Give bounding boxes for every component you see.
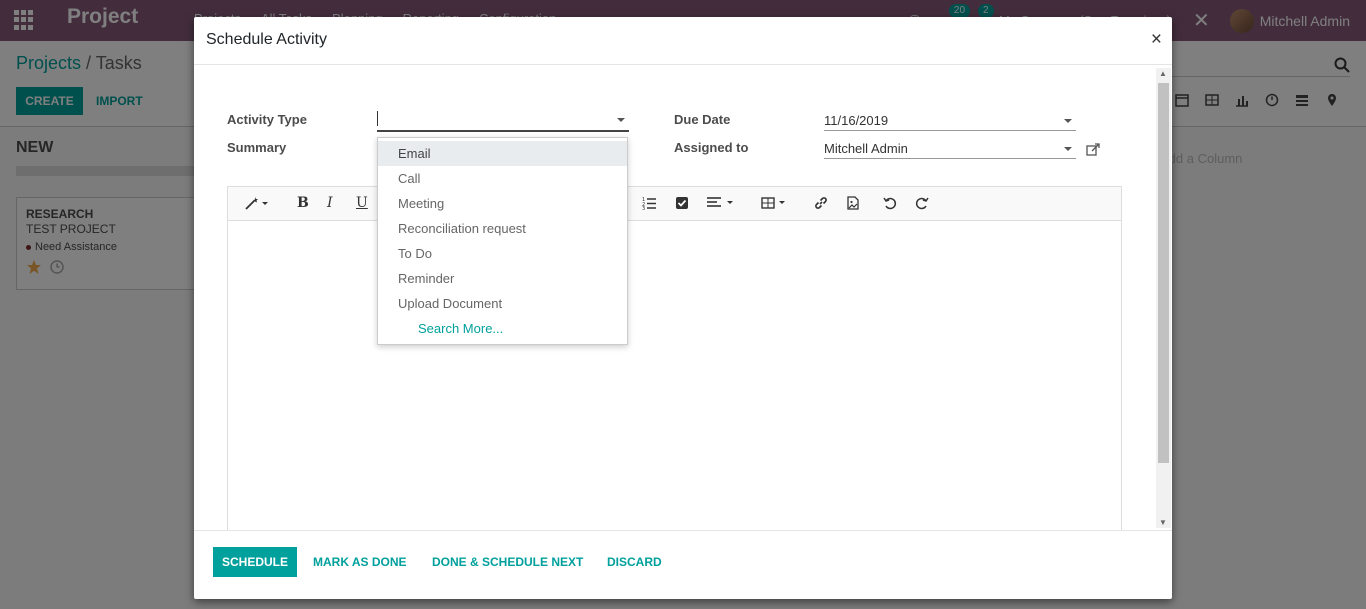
svg-text:3: 3 xyxy=(642,206,645,210)
due-date-input[interactable]: 11/16/2019 xyxy=(824,111,1076,131)
due-date-value: 11/16/2019 xyxy=(824,113,889,128)
chevron-down-icon[interactable] xyxy=(617,118,625,122)
option-reminder[interactable]: Reminder xyxy=(378,266,627,291)
option-reconciliation-request[interactable]: Reconciliation request xyxy=(378,216,627,241)
ordered-list-icon[interactable]: 123 xyxy=(642,196,656,210)
align-icon[interactable] xyxy=(707,196,735,210)
due-date-label: Due Date xyxy=(674,112,731,127)
scroll-thumb[interactable] xyxy=(1158,83,1169,463)
italic-button[interactable]: I xyxy=(327,195,333,211)
modal-footer: SCHEDULE MARK AS DONE DONE & SCHEDULE NE… xyxy=(194,530,1172,599)
activity-type-input[interactable] xyxy=(377,110,629,132)
external-link-icon[interactable] xyxy=(1086,143,1100,157)
link-icon[interactable] xyxy=(814,196,828,210)
table-icon[interactable] xyxy=(761,196,789,210)
option-meeting[interactable]: Meeting xyxy=(378,191,627,216)
activity-type-label: Activity Type xyxy=(227,112,307,127)
search-more-link[interactable]: Search More... xyxy=(378,316,627,341)
assigned-to-value: Mitchell Admin xyxy=(824,141,908,156)
chevron-down-icon[interactable] xyxy=(1064,147,1072,151)
close-icon[interactable]: × xyxy=(1151,29,1162,51)
scrollbar[interactable]: ▲ ▼ xyxy=(1156,68,1171,528)
option-to-do[interactable]: To Do xyxy=(378,241,627,266)
text-cursor xyxy=(377,111,378,126)
image-icon[interactable] xyxy=(846,196,860,210)
option-call[interactable]: Call xyxy=(378,166,627,191)
scroll-up-arrow-icon[interactable]: ▲ xyxy=(1159,69,1167,78)
modal-title: Schedule Activity xyxy=(206,31,327,48)
schedule-button[interactable]: SCHEDULE xyxy=(213,547,297,577)
underline-button[interactable]: U xyxy=(356,195,368,211)
summary-label: Summary xyxy=(227,140,287,155)
assigned-to-input[interactable]: Mitchell Admin xyxy=(824,139,1076,159)
modal-body: ▲ ▼ Activity Type Summary Due Date 11/16… xyxy=(194,65,1172,530)
bold-button[interactable]: B xyxy=(297,195,309,211)
schedule-activity-dialog: Schedule Activity × ▲ ▼ Activity Type Su… xyxy=(194,17,1172,599)
undo-icon[interactable] xyxy=(883,196,897,210)
note-editor[interactable]: B I U 123 xyxy=(227,186,1122,530)
activity-type-dropdown: Email Call Meeting Reconciliation reques… xyxy=(377,137,628,345)
mark-as-done-button[interactable]: MARK AS DONE xyxy=(313,555,407,569)
option-email[interactable]: Email xyxy=(378,141,627,166)
magic-wand-icon[interactable] xyxy=(244,196,270,210)
discard-button[interactable]: DISCARD xyxy=(607,555,662,569)
redo-icon[interactable] xyxy=(915,196,929,210)
done-schedule-next-button[interactable]: DONE & SCHEDULE NEXT xyxy=(432,555,583,569)
chevron-down-icon[interactable] xyxy=(1064,119,1072,123)
checklist-icon[interactable] xyxy=(675,196,689,210)
assigned-to-label: Assigned to xyxy=(674,140,749,155)
scroll-down-arrow-icon[interactable]: ▼ xyxy=(1159,518,1167,527)
modal-header: Schedule Activity × xyxy=(194,17,1172,65)
option-upload-document[interactable]: Upload Document xyxy=(378,291,627,316)
editor-toolbar: B I U 123 xyxy=(228,187,1121,221)
